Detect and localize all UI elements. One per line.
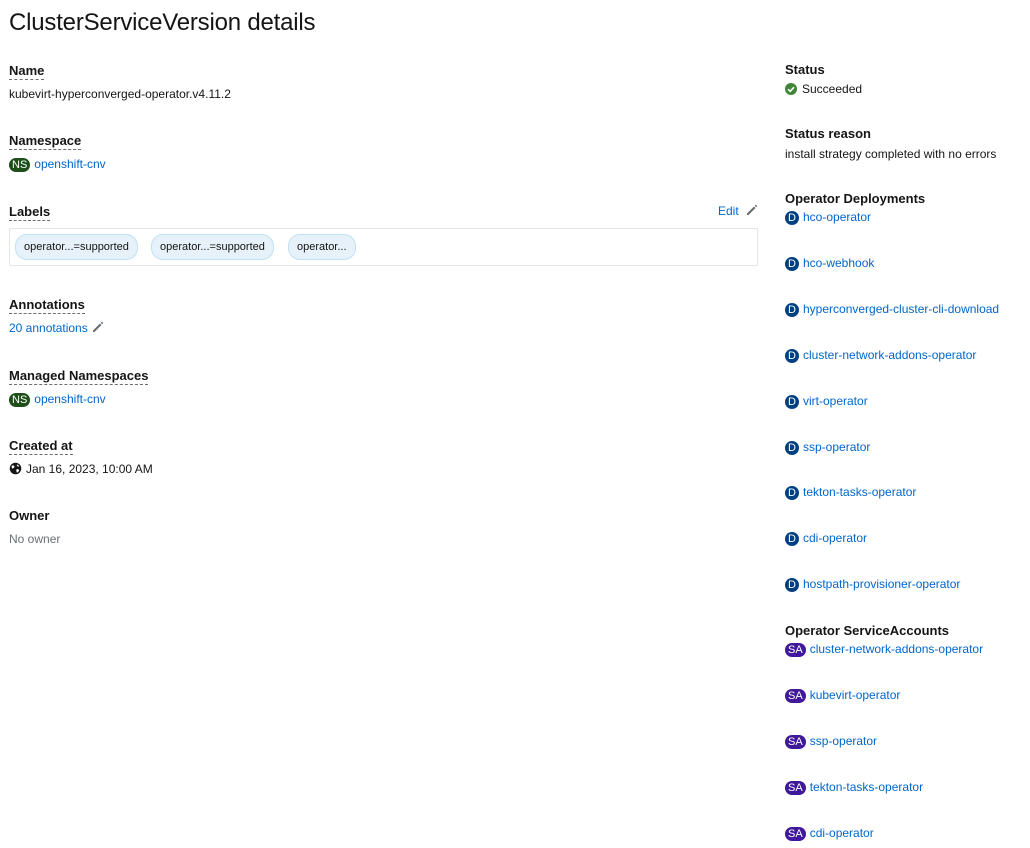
deployment-item: Dhyperconverged-cluster-cli-download (785, 301, 999, 317)
namespace-badge: NS (9, 392, 31, 407)
service-account-item: SA tekton-tasks-operator (785, 779, 923, 795)
deployment-item: Dcluster-network-addons-operator (785, 347, 976, 363)
deployment-item: Dhco-operator (785, 209, 871, 225)
status-label: Status (785, 62, 825, 77)
annotations-label: Annotations (9, 297, 85, 314)
status-text: Succeeded (802, 82, 863, 96)
service-account-badge: SA (785, 780, 806, 795)
label-chip[interactable]: operator...=supported (15, 234, 138, 260)
service-account-link[interactable]: tekton-tasks-operator (810, 780, 923, 794)
service-account-item: SA ssp-operator (785, 733, 877, 749)
managed-namespaces-field: Managed Namespaces NS openshift-cnv (9, 367, 758, 407)
deployment-item: Dhco-webhook (785, 255, 874, 271)
label-chip[interactable]: operator...=supported (151, 234, 274, 260)
service-account-item: SA cluster-network-addons-operator (785, 641, 983, 657)
deployment-item: Dvirt-operator (785, 393, 868, 409)
deployment-link[interactable]: cdi-operator (803, 531, 867, 545)
service-account-badge: SA (785, 734, 806, 749)
page-title: ClusterServiceVersion details (9, 9, 316, 36)
deployment-badge: D (785, 440, 799, 455)
name-field: Name kubevirt-hyperconverged-operator.v4… (9, 62, 758, 102)
annotations-link[interactable]: 20 annotations (9, 321, 104, 335)
globe-icon (9, 462, 22, 475)
service-account-badge: SA (785, 642, 806, 657)
labels-edit-button[interactable]: Edit (718, 203, 758, 219)
namespace-value: NS openshift-cnv (9, 156, 758, 172)
deployment-link[interactable]: hyperconverged-cluster-cli-download (803, 302, 999, 316)
operator-service-accounts-field: Operator ServiceAccounts (785, 622, 1030, 640)
operator-deployments-label: Operator Deployments (785, 191, 926, 206)
created-at-value: Jan 16, 2023, 10:00 AM (9, 461, 758, 477)
deployment-badge: D (785, 348, 799, 363)
labels-edit-label: Edit (717, 204, 739, 218)
status-reason-field: Status reason install strategy completed… (785, 125, 1030, 162)
annotations-field: Annotations 20 annotations (9, 296, 758, 336)
managed-namespaces-value: NS openshift-cnv (9, 391, 758, 407)
check-circle-icon (785, 83, 797, 95)
managed-namespace-link[interactable]: openshift-cnv (34, 392, 105, 406)
labels-label: Labels (9, 204, 51, 221)
service-account-item: SA kubevirt-operator (785, 687, 900, 703)
status-reason-label: Status reason (785, 126, 871, 141)
pencil-icon (92, 321, 103, 332)
operator-service-accounts-label: Operator ServiceAccounts (785, 623, 950, 638)
labels-box[interactable]: operator...=supported operator...=suppor… (9, 228, 758, 266)
created-at-field: Created at Jan 16, 2023, 10:00 AM (9, 437, 758, 477)
created-at-text: Jan 16, 2023, 10:00 AM (26, 462, 153, 476)
deployment-link[interactable]: ssp-operator (803, 440, 870, 454)
owner-field: Owner No owner (9, 507, 758, 547)
namespace-badge: NS (9, 157, 31, 172)
deployment-item: Dcdi-operator (785, 530, 867, 546)
name-value: kubevirt-hyperconverged-operator.v4.11.2 (9, 87, 231, 101)
deployment-item: Dhostpath-provisioner-operator (785, 576, 960, 592)
namespace-label: Namespace (9, 133, 82, 150)
deployment-item: Dtekton-tasks-operator (785, 484, 916, 500)
deployment-link[interactable]: virt-operator (803, 394, 868, 408)
namespace-link[interactable]: openshift-cnv (34, 157, 105, 171)
labels-field: Labels Edit operator...=supported operat… (9, 203, 758, 266)
service-account-link[interactable]: cluster-network-addons-operator (810, 642, 983, 656)
deployment-badge: D (785, 485, 799, 500)
label-chip[interactable]: operator... (288, 234, 356, 260)
status-value: Succeeded (785, 81, 1030, 97)
service-account-badge: SA (785, 826, 806, 841)
deployment-link[interactable]: hco-operator (803, 210, 871, 224)
deployment-item: Dssp-operator (785, 439, 870, 455)
deployment-badge: D (785, 577, 799, 592)
deployment-link[interactable]: hostpath-provisioner-operator (803, 577, 960, 591)
managed-namespaces-label: Managed Namespaces (9, 368, 149, 385)
created-at-label: Created at (9, 438, 73, 455)
status-reason-value: install strategy completed with no error… (785, 147, 997, 161)
service-account-link[interactable]: cdi-operator (810, 826, 874, 840)
annotations-value: 20 annotations (9, 320, 758, 336)
status-field: Status Succeeded (785, 61, 1030, 97)
deployment-link[interactable]: tekton-tasks-operator (803, 485, 916, 499)
service-account-link[interactable]: ssp-operator (810, 734, 877, 748)
service-account-item: SA cdi-operator (785, 825, 874, 841)
service-account-link[interactable]: kubevirt-operator (810, 688, 901, 702)
deployment-link[interactable]: hco-webhook (803, 256, 874, 270)
deployment-badge: D (785, 302, 799, 317)
owner-value: No owner (9, 532, 61, 546)
operator-deployments-field: Operator Deployments (785, 190, 1030, 208)
deployment-badge: D (785, 256, 799, 271)
service-account-badge: SA (785, 688, 806, 703)
deployment-badge: D (785, 531, 799, 546)
name-label: Name (9, 63, 45, 80)
pencil-icon (747, 204, 758, 215)
deployment-badge: D (785, 394, 799, 409)
deployment-link[interactable]: cluster-network-addons-operator (803, 348, 976, 362)
owner-label: Owner (9, 508, 50, 523)
namespace-field: Namespace NS openshift-cnv (9, 132, 758, 172)
deployment-badge: D (785, 210, 799, 225)
annotations-count: 20 annotations (9, 321, 88, 335)
